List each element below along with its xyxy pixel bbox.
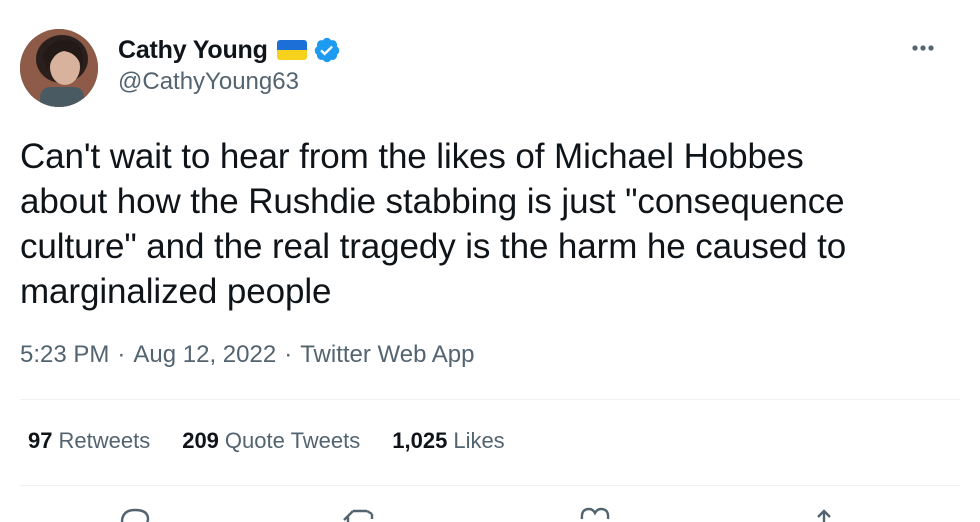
tweet-date[interactable]: Aug 12, 2022	[133, 341, 276, 369]
tweet-actions	[0, 505, 980, 522]
avatar-image	[20, 29, 98, 107]
likes-label: Likes	[453, 428, 505, 453]
like-icon[interactable]	[578, 505, 612, 522]
share-icon[interactable]	[807, 505, 841, 522]
display-name[interactable]: Cathy Young	[118, 36, 268, 65]
quote-tweets-stat[interactable]: 209 Quote Tweets	[182, 428, 360, 454]
retweets-label: Retweets	[58, 428, 151, 453]
divider	[20, 399, 960, 400]
user-name-row: Cathy Young	[118, 34, 341, 66]
tweet-stats: 97 Retweets 209 Quote Tweets 1,025 Likes	[28, 428, 537, 454]
likes-stat[interactable]: 1,025 Likes	[392, 428, 504, 454]
divider	[20, 485, 960, 486]
retweets-count: 97	[28, 428, 53, 453]
meta-separator: ·	[117, 341, 126, 368]
tweet-meta: 5:23 PM · Aug 12, 2022 · Twitter Web App	[20, 341, 475, 369]
avatar[interactable]	[20, 29, 98, 107]
ukraine-flag-icon	[276, 40, 307, 60]
tweet-text: Can't wait to hear from the likes of Mic…	[20, 137, 847, 311]
verified-badge-icon	[314, 37, 339, 63]
retweets-stat[interactable]: 97 Retweets	[28, 428, 150, 454]
quote-tweets-label: Quote Tweets	[224, 428, 361, 453]
likes-count: 1,025	[392, 428, 448, 453]
tweet-card: Cathy Young @CathyYoung63 Can't wait to …	[0, 0, 980, 522]
meta-separator: ·	[284, 341, 293, 368]
quote-tweets-count: 209	[182, 428, 219, 453]
tweet-time[interactable]: 5:23 PM	[20, 341, 109, 369]
user-handle[interactable]: @CathyYoung63	[118, 68, 299, 96]
retweet-icon[interactable]	[343, 505, 377, 522]
reply-icon[interactable]	[118, 505, 152, 522]
tweet-source[interactable]: Twitter Web App	[300, 341, 474, 369]
more-options-icon[interactable]	[906, 38, 940, 58]
